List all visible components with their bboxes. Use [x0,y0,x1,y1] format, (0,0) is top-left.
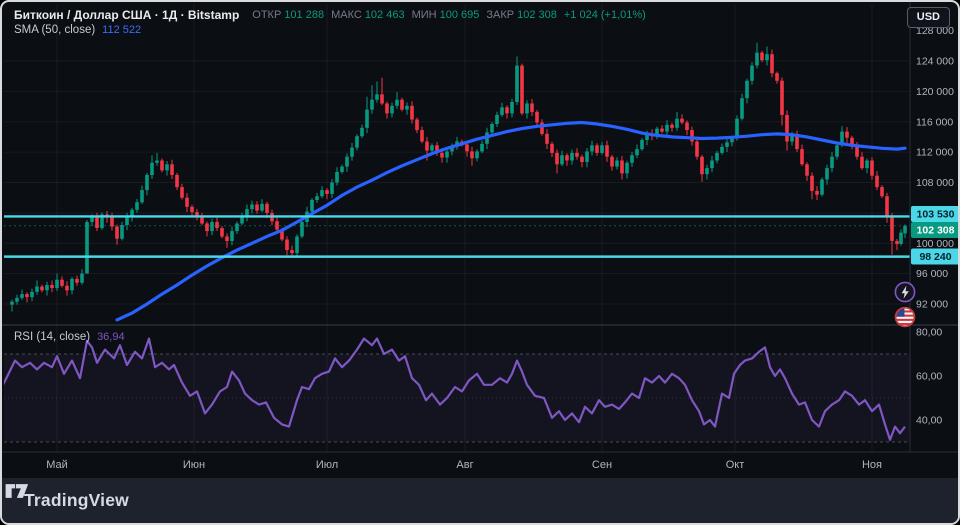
time-axis-labels[interactable]: Май Июн Июл Авг Сен Окт Ноя [46,459,882,471]
rsi-legend-label: RSI (14, close) [14,331,90,343]
svg-text:98 240: 98 240 [919,251,951,263]
svg-text:80,00: 80,00 [916,327,942,339]
main-legend-row[interactable]: Биткоин / Доллар США · 1Д · Bitstamp ОТК… [14,8,646,22]
rsi-legend-value: 36,94 [97,331,125,343]
month-label: Авг [456,459,473,471]
low-label: МИН [412,9,437,21]
low-value: 100 695 [440,9,480,21]
svg-text:100 000: 100 000 [916,238,954,250]
sma-legend-label: SMA (50, close) [14,24,95,36]
high-value: 102 463 [365,9,405,21]
month-label: Июн [183,459,205,471]
boost-lightning-icon[interactable] [894,281,916,303]
month-label: Ноя [862,459,882,471]
close-value: 102 308 [517,9,557,21]
last-price-label: 102 308 [911,222,960,238]
svg-text:124 000: 124 000 [916,56,954,68]
open-value: 101 288 [284,9,324,21]
rsi-legend-row[interactable]: RSI (14, close) 36,94 [14,331,125,343]
chart-canvas[interactable]: 128 000124 000120 000116 000112 000108 0… [2,2,960,480]
svg-text:120 000: 120 000 [916,86,954,98]
currency-toggle-button[interactable]: USD [907,7,950,28]
sma-legend-row[interactable]: SMA (50, close) 112 522 [14,24,141,36]
level-price-label: 98 240 [911,249,960,265]
open-label: ОТКР [252,9,281,21]
month-label: Сен [592,459,612,471]
svg-text:92 000: 92 000 [916,299,948,311]
rsi-axis-labels[interactable]: 80,00 60,00 40,00 [916,327,942,427]
month-label: Окт [726,459,745,471]
svg-text:96 000: 96 000 [916,268,948,280]
svg-text:108 000: 108 000 [916,177,954,189]
sma-legend-value: 112 522 [102,24,141,36]
svg-text:103 530: 103 530 [917,209,955,221]
symbol-title[interactable]: Биткоин / Доллар США · 1Д · Bitstamp [14,8,239,22]
svg-text:60,00: 60,00 [916,371,942,383]
us-flag-icon[interactable] [894,306,916,328]
svg-text:40,00: 40,00 [916,415,942,427]
svg-text:116 000: 116 000 [916,116,953,128]
price-gridlines [4,61,910,304]
brand-name[interactable]: TradingView [24,490,129,511]
level-price-label: 103 530 [911,206,960,222]
month-label: Май [46,459,68,471]
change-value: +1 024 (+1,01%) [564,9,646,21]
price-axis-labels[interactable]: 128 000124 000120 000116 000112 000108 0… [916,25,954,310]
month-label: Июл [316,459,338,471]
footer-bar: TradingView [2,478,958,523]
close-label: ЗАКР [486,9,514,21]
svg-text:112 000: 112 000 [916,147,953,159]
tradingview-chart-frame: 128 000124 000120 000116 000112 000108 0… [0,0,960,525]
candles-group [10,43,907,312]
svg-text:102 308: 102 308 [917,225,955,237]
high-label: МАКС [331,9,362,21]
